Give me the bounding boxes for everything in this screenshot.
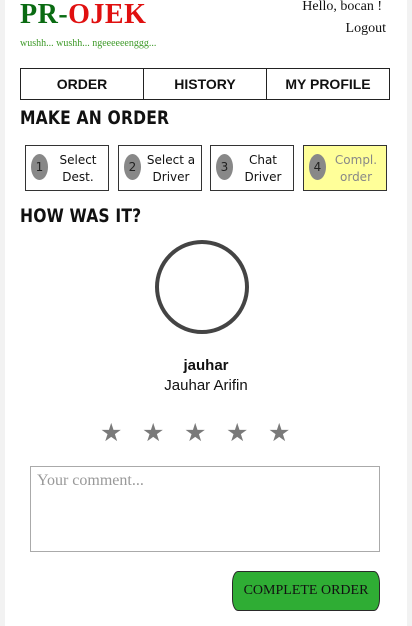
tab-my-profile[interactable]: MY PROFILE (267, 69, 389, 99)
star-rating: ★ ★ ★ ★ ★ (100, 419, 300, 447)
tab-order[interactable]: ORDER (21, 69, 144, 99)
star-1-icon[interactable]: ★ (100, 419, 122, 447)
step-chat-driver: 3 Chat Driver (210, 145, 294, 191)
order-steps: 1 Select Dest. 2 Select a Driver 3 Chat … (25, 145, 387, 191)
step-label: Chat Driver (244, 153, 282, 184)
step-label: Select a Driver (146, 153, 196, 184)
complete-order-button[interactable]: COMPLETE ORDER (232, 571, 380, 611)
app-logo[interactable]: PR-OJEK (20, 0, 146, 31)
main-nav-tabs: ORDER HISTORY MY PROFILE (20, 68, 390, 100)
step-label: Compl. order (334, 153, 378, 184)
make-order-heading: MAKE AN ORDER (20, 107, 170, 129)
logo-dash: - (58, 0, 69, 30)
star-3-icon[interactable]: ★ (184, 419, 206, 447)
step-label: Select Dest. (59, 153, 97, 184)
driver-full-name: Jauhar Arifin (164, 377, 248, 394)
rating-heading: HOW WAS IT? (20, 205, 142, 227)
step-select-destination: 1 Select Dest. (25, 145, 109, 191)
step-number-badge: 2 (124, 154, 141, 180)
tagline: wushh... wushh... ngeeeeeenggg... (20, 38, 157, 49)
avatar-alt-text: jauhar (158, 250, 163, 265)
logo-part-ojek: OJEK (68, 0, 147, 30)
tab-history[interactable]: HISTORY (144, 69, 267, 99)
logo-part-pr: PR (20, 0, 59, 30)
step-complete-order: 4 Compl. order (303, 145, 387, 191)
star-2-icon[interactable]: ★ (142, 419, 164, 447)
step-number-badge: 1 (31, 154, 48, 180)
user-greeting: Hello, bocan ! (302, 0, 382, 14)
step-number-badge: 3 (216, 154, 233, 180)
step-number-badge: 4 (309, 154, 326, 180)
star-5-icon[interactable]: ★ (268, 419, 290, 447)
star-4-icon[interactable]: ★ (226, 419, 248, 447)
step-select-driver: 2 Select a Driver (118, 145, 202, 191)
comment-input[interactable] (30, 466, 380, 552)
driver-username: jauhar (183, 357, 229, 374)
driver-avatar: jauhar (155, 240, 249, 334)
logout-link[interactable]: Logout (346, 21, 386, 37)
